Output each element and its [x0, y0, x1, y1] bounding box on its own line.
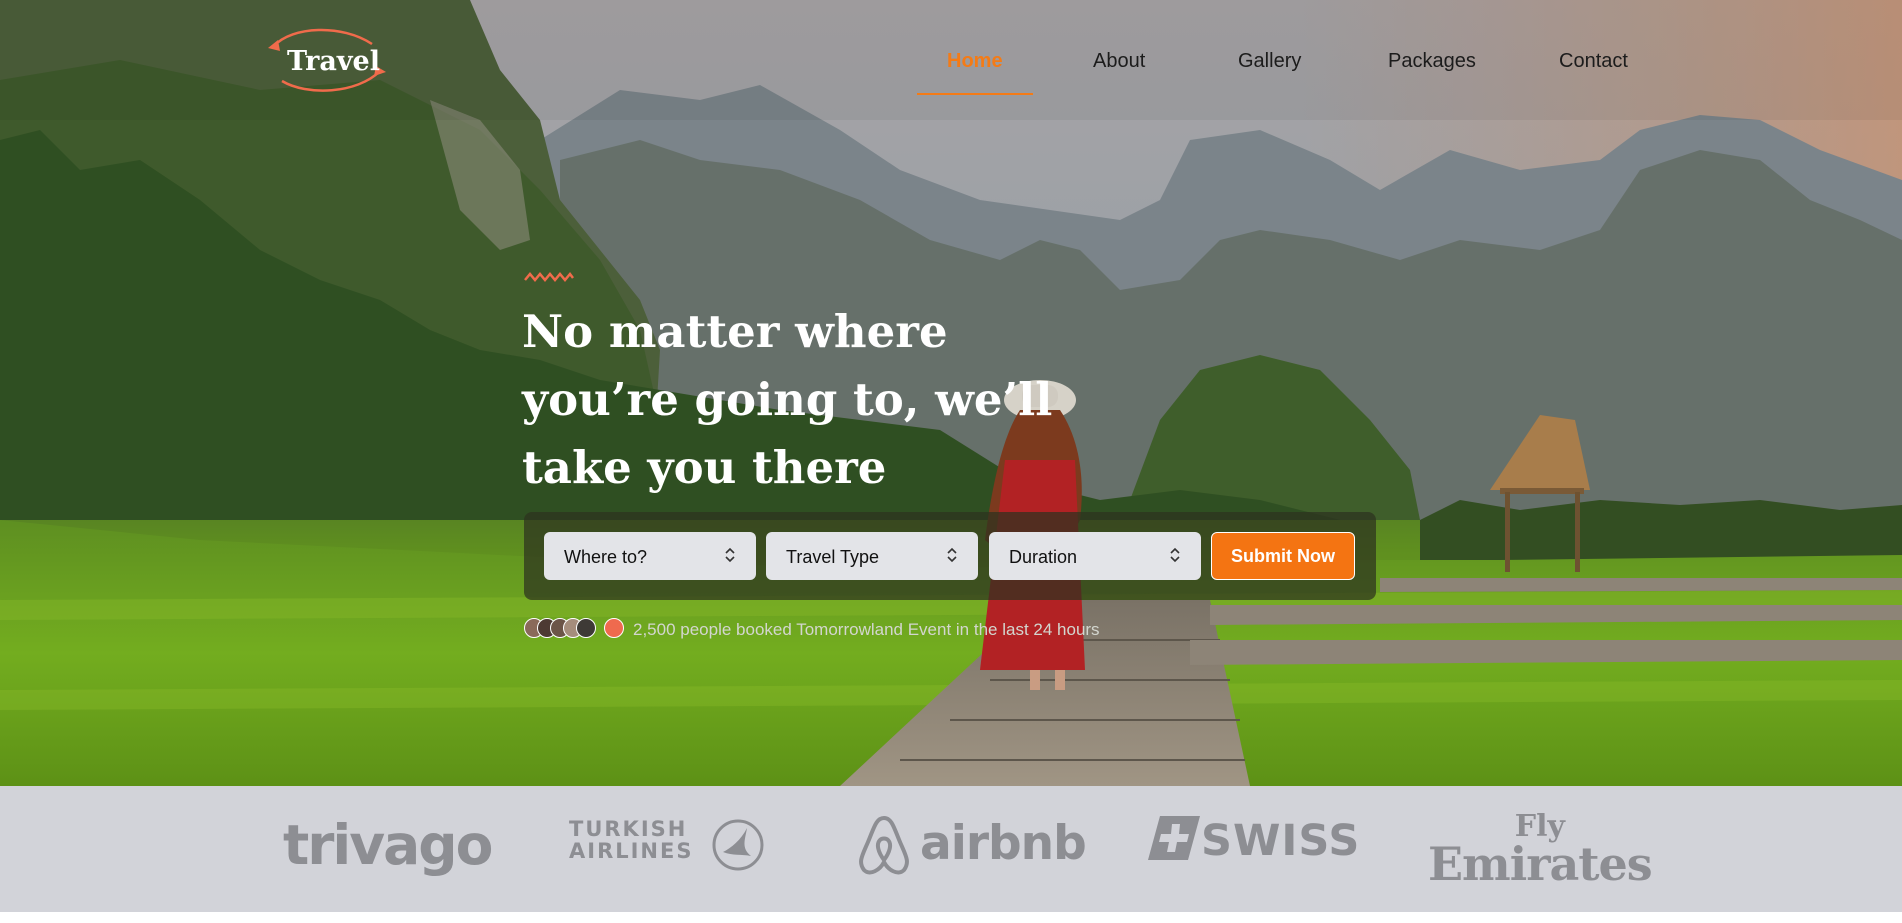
- destination-select-value: Where to?: [564, 547, 648, 567]
- headline-line-1: No matter where: [522, 305, 948, 358]
- turkish-airlines-logo: TURKISH AIRLINES: [569, 817, 764, 871]
- chevron-up-down-icon: [947, 547, 957, 563]
- social-proof-text: 2,500 people booked Tomorrowland Event i…: [633, 620, 1100, 639]
- destination-select[interactable]: Where to?: [544, 532, 756, 580]
- hero-headline: No matter where you’re going to, we’ll t…: [522, 298, 1082, 502]
- search-panel: Where to? Travel Type Duration Submit No…: [524, 512, 1376, 600]
- avatar: [576, 618, 596, 638]
- duration-select[interactable]: Duration: [989, 532, 1201, 580]
- nav-item-packages[interactable]: Packages: [1388, 50, 1476, 73]
- turkish-airlines-line-2: AIRLINES: [569, 839, 694, 863]
- trivago-logo: trivago: [283, 813, 493, 877]
- chevron-up-down-icon: [725, 547, 735, 563]
- fly-emirates-logo: Fly Emirates: [1428, 812, 1653, 891]
- submit-button[interactable]: Submit Now: [1211, 532, 1355, 580]
- partner-logos-strip: trivago TURKISH AIRLINES airbnb SWISS Fl…: [0, 786, 1902, 912]
- swiss-cross-icon: [1148, 816, 1200, 860]
- airbnb-belo-icon: [859, 816, 909, 875]
- turkish-airlines-line-1: TURKISH: [569, 817, 688, 841]
- headline-line-2: you’re going to, we’ll: [522, 373, 1053, 426]
- squiggle-accent-icon: [524, 272, 574, 282]
- duration-select-value: Duration: [1009, 547, 1078, 567]
- airbnb-logo: airbnb: [856, 814, 1087, 881]
- nav-item-home[interactable]: Home: [947, 50, 1003, 73]
- nav-active-indicator: [917, 93, 1033, 95]
- turkish-airlines-crest-icon: [712, 819, 764, 871]
- hero-section: Travel Home About Gallery Packages Conta…: [0, 0, 1902, 786]
- nav-item-gallery[interactable]: Gallery: [1238, 50, 1301, 73]
- travel-type-select[interactable]: Travel Type: [766, 532, 978, 580]
- travel-type-select-value: Travel Type: [786, 547, 880, 567]
- avatar: [604, 618, 624, 638]
- headline-line-3: take you there: [522, 441, 887, 494]
- nav-item-about[interactable]: About: [1093, 50, 1145, 73]
- airbnb-wordmark: airbnb: [920, 816, 1087, 871]
- swiss-logo: SWISS: [1148, 816, 1359, 866]
- chevron-up-down-icon: [1170, 547, 1180, 563]
- emirates-line-2: Emirates: [1428, 837, 1653, 891]
- swiss-wordmark: SWISS: [1201, 816, 1361, 866]
- avatar-group: [524, 618, 624, 640]
- nav-item-contact[interactable]: Contact: [1559, 50, 1628, 73]
- main-nav: Home About Gallery Packages Contact: [0, 0, 1902, 100]
